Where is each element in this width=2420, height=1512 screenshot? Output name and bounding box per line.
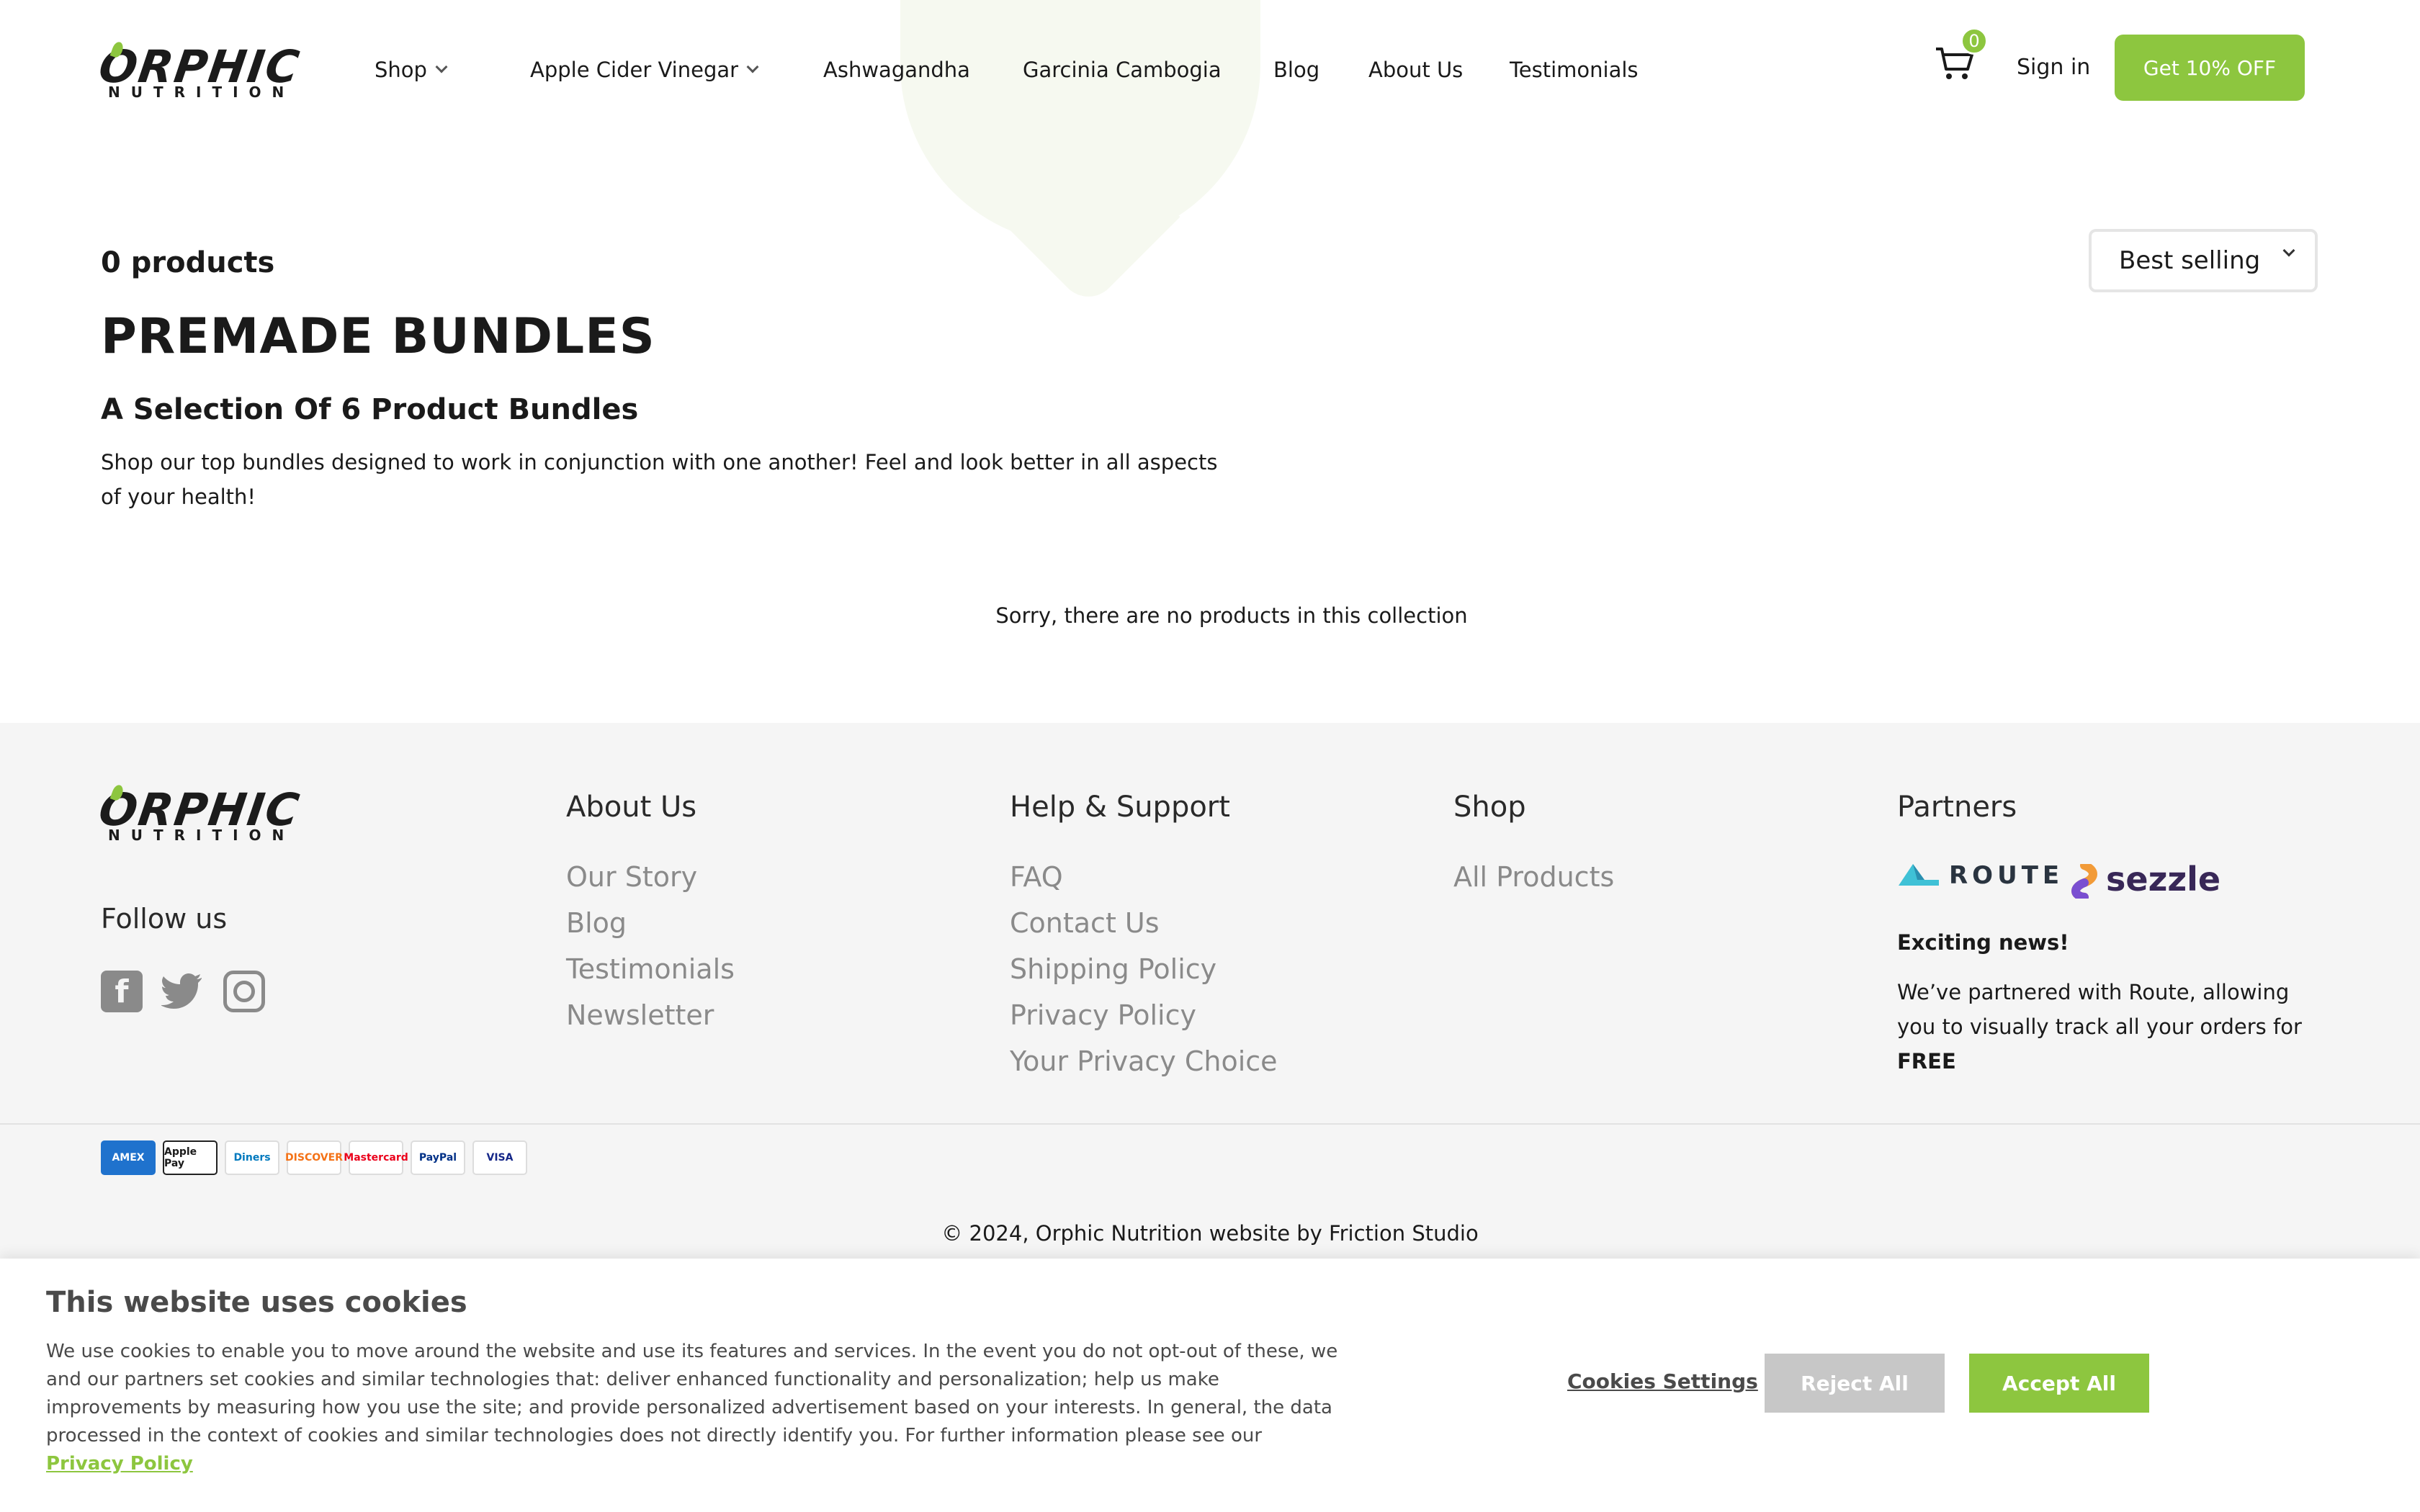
footer-link-newsletter[interactable]: Newsletter [566, 999, 714, 1031]
brand-name: ORPHIC [95, 783, 304, 836]
collection-title: PREMADE BUNDLES [101, 308, 655, 365]
sezzle-logo-text: sezzle [2106, 860, 2221, 899]
footer-link-privacy-policy[interactable]: Privacy Policy [1010, 999, 1196, 1031]
cookie-banner-body: We use cookies to enable you to move aro… [46, 1341, 1338, 1446]
footer-link-contact-us[interactable]: Contact Us [1010, 907, 1160, 939]
footer-heading-partners: Partners [1897, 791, 2017, 824]
brand-tagline: NUTRITION [108, 84, 295, 101]
partners-news-body: We’ve partnered with Route, allowing you… [1897, 980, 2302, 1039]
empty-collection-message: Sorry, there are no products in this col… [995, 603, 1468, 628]
instagram-icon[interactable] [223, 971, 265, 1012]
nav-item-shop[interactable]: Shop [375, 58, 448, 82]
privacy-policy-link[interactable]: Privacy Policy [46, 1453, 193, 1475]
chevron-down-icon [435, 60, 448, 73]
diners-club-icon: Diners [225, 1140, 279, 1175]
footer-link-our-story[interactable]: Our Story [566, 861, 697, 893]
nav-item-label: Shop [375, 58, 427, 82]
nav-item-garcinia-cambogia[interactable]: Garcinia Cambogia [1023, 58, 1222, 82]
collection-description: Shop our top bundles designed to work in… [101, 450, 1218, 509]
nav-item-label: Testimonials [1510, 58, 1639, 82]
amex-icon: AMEX [101, 1140, 156, 1175]
visa-icon: VISA [472, 1140, 527, 1175]
reject-all-button[interactable]: Reject All [1765, 1354, 1945, 1413]
cookie-banner-title: This website uses cookies [46, 1286, 467, 1319]
route-logo-icon [1899, 864, 1939, 886]
copyright: © 2024, Orphic Nutrition website by Fric… [941, 1221, 1479, 1246]
footer-heading-about-us: About Us [566, 791, 697, 824]
chevron-down-icon [746, 60, 759, 73]
nav-item-about-us[interactable]: About Us [1368, 58, 1463, 82]
sezzle-logo-icon [2071, 864, 2097, 899]
nav-item-ashwagandha[interactable]: Ashwagandha [823, 58, 970, 82]
collection-subtitle: A Selection Of 6 Product Bundles [101, 393, 639, 426]
mastercard-icon: Mastercard [344, 1140, 408, 1175]
footer-link-shipping-policy[interactable]: Shipping Policy [1010, 953, 1216, 985]
facebook-icon[interactable]: f [101, 971, 143, 1012]
twitter-icon[interactable] [161, 971, 203, 1012]
brand-name: ORPHIC [95, 40, 304, 93]
brand-tagline: NUTRITION [108, 827, 295, 844]
sort-select[interactable]: Best selling [2089, 229, 2318, 292]
page: ORPHIC NUTRITION Shop Apple Cider Vinega… [0, 0, 2420, 1512]
nav-item-apple-cider-vinegar[interactable]: Apple Cider Vinegar [530, 58, 759, 82]
chevron-down-icon [2282, 244, 2295, 257]
apple-pay-icon: Apple Pay [163, 1140, 218, 1175]
footer-link-faq[interactable]: FAQ [1010, 861, 1063, 893]
footer-link-all-products[interactable]: All Products [1453, 861, 1614, 893]
route-logo-text: ROUTE [1949, 861, 2064, 890]
accept-all-button[interactable]: Accept All [1969, 1354, 2149, 1413]
footer-divider [0, 1123, 2420, 1125]
follow-us-label: Follow us [101, 903, 228, 935]
site-header: ORPHIC NUTRITION Shop Apple Cider Vinega… [0, 0, 2420, 144]
footer-brand-logo[interactable]: ORPHIC NUTRITION [96, 783, 304, 844]
discover-icon: DISCOVER [285, 1140, 343, 1175]
partners-news-emphasis: FREE [1897, 1049, 1956, 1074]
nav-item-label: About Us [1368, 58, 1464, 82]
sort-selected-value: Best selling [2119, 246, 2261, 275]
partners-news-text: We’ve partnered with Route, allowing you… [1897, 975, 2329, 1079]
footer-heading-help-support: Help & Support [1010, 791, 1230, 824]
product-count: 0 products [101, 246, 275, 279]
nav-item-blog[interactable]: Blog [1273, 58, 1319, 82]
cart-count-badge: 0 [1960, 27, 1988, 55]
footer-heading-shop: Shop [1453, 791, 1526, 824]
nav-item-testimonials[interactable]: Testimonials [1510, 58, 1639, 82]
nav-item-label: Blog [1273, 58, 1320, 82]
get-discount-button[interactable]: Get 10% OFF [2115, 35, 2305, 101]
footer-link-your-privacy-choice[interactable]: Your Privacy Choice [1010, 1045, 1278, 1077]
brand-logo[interactable]: ORPHIC NUTRITION [96, 40, 304, 101]
partners-news-heading: Exciting news! [1897, 930, 2069, 955]
nav-item-label: Apple Cider Vinegar [530, 58, 739, 82]
footer-link-testimonials[interactable]: Testimonials [566, 953, 735, 985]
cookie-banner-text: We use cookies to enable you to move aro… [46, 1338, 1343, 1478]
footer-link-blog[interactable]: Blog [566, 907, 627, 939]
nav-item-label: Garcinia Cambogia [1023, 58, 1222, 82]
sign-in-link[interactable]: Sign in [2017, 55, 2090, 80]
nav-item-label: Ashwagandha [823, 58, 970, 82]
partner-logos: ROUTE sezzle [1897, 857, 2228, 900]
paypal-icon: PayPal [411, 1140, 465, 1175]
cookies-settings-button[interactable]: Cookies Settings [1567, 1369, 1758, 1393]
